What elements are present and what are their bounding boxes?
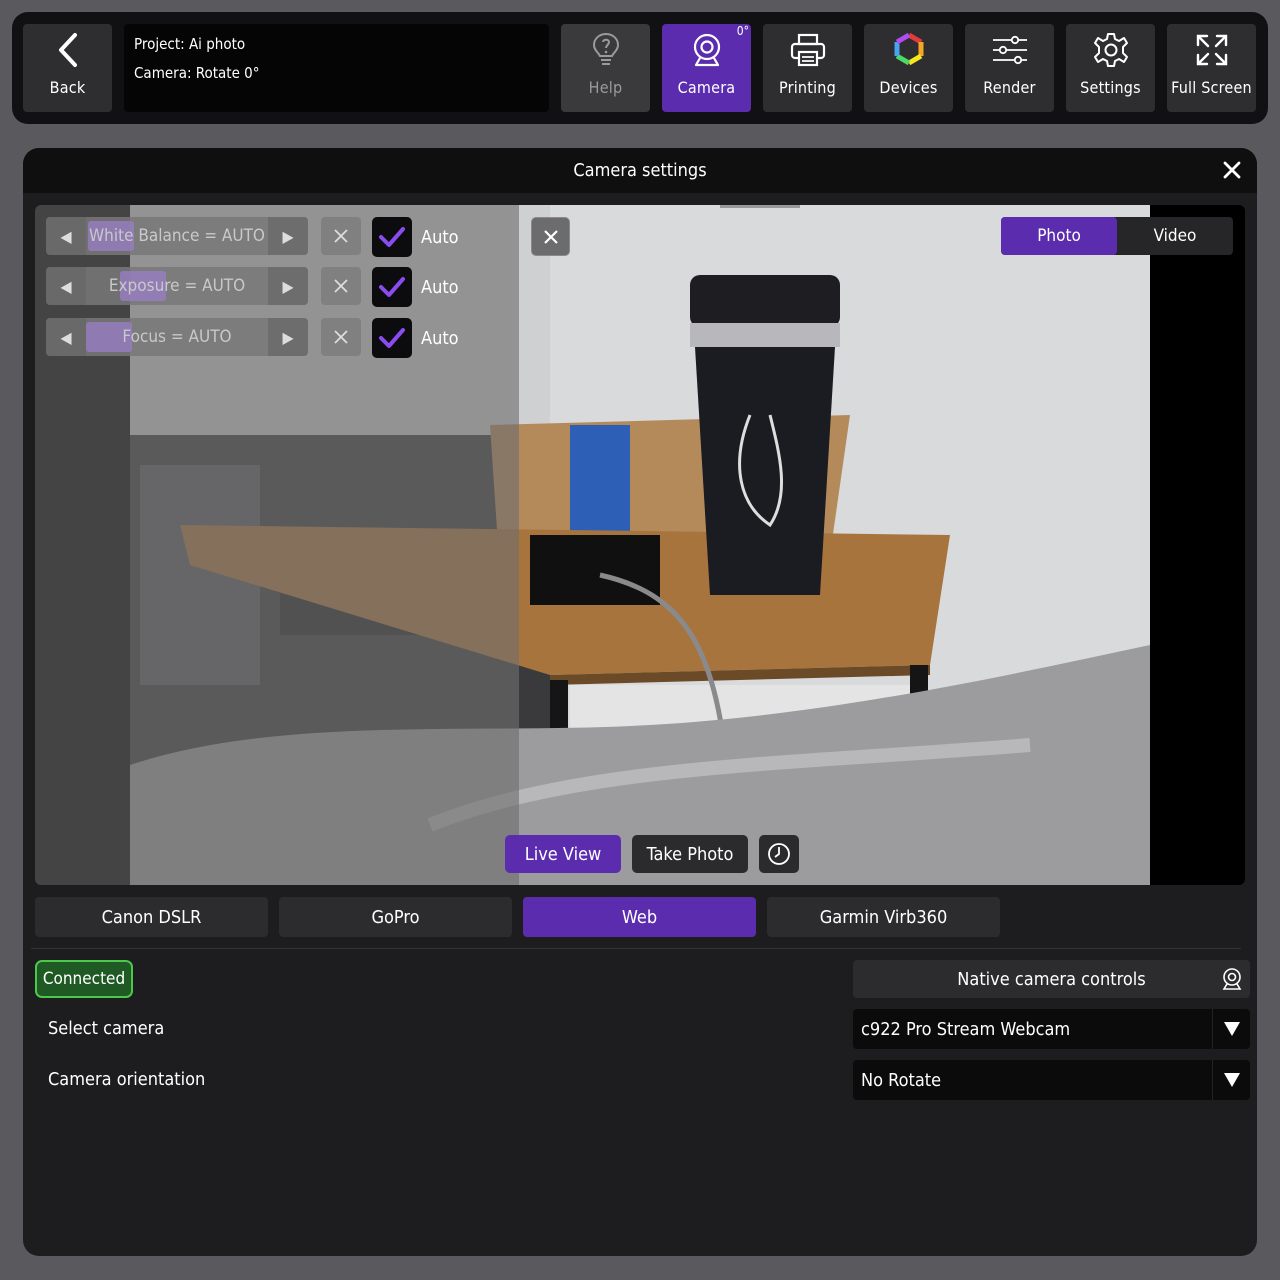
divider	[31, 948, 1241, 949]
white-balance-value: White Balance = AUTO	[89, 226, 265, 246]
project-info: Project: Ai photo Camera: Rotate 0°	[124, 24, 549, 112]
timer-icon	[768, 843, 790, 865]
camera-orientation-dropdown[interactable]: No Rotate	[853, 1060, 1250, 1100]
tab-canon-dslr[interactable]: Canon DSLR	[35, 897, 268, 937]
reset-button[interactable]	[321, 267, 361, 305]
full-screen-label: Full Screen	[1171, 78, 1252, 97]
video-mode-button[interactable]: Video	[1117, 217, 1233, 255]
checkmark-icon	[379, 227, 405, 247]
rotation-badge: 0°	[736, 24, 749, 38]
reset-button[interactable]	[321, 217, 361, 255]
auto-label: Auto	[421, 327, 459, 349]
focus-value: Focus = AUTO	[122, 327, 232, 347]
camera-orientation-label: Camera orientation	[48, 1069, 206, 1090]
photo-video-toggle: Photo Video	[1001, 217, 1233, 255]
help-button[interactable]: Help	[561, 24, 650, 112]
printer-icon	[763, 24, 852, 76]
camera-label: Camera	[677, 78, 736, 97]
reset-button[interactable]	[321, 318, 361, 356]
dropdown-arrow-icon[interactable]	[1212, 1060, 1250, 1100]
camera-button[interactable]: 0° Camera	[662, 24, 751, 112]
exposure-slider[interactable]: ◀ Exposure = AUTO ▶	[46, 267, 308, 305]
expand-icon	[1167, 24, 1256, 76]
selected-orientation-value: No Rotate	[861, 1069, 942, 1091]
camera-live-view[interactable]: ◀ White Balance = AUTO ▶ Auto ◀ Exposure…	[35, 205, 1245, 885]
camera-source-tabs: Canon DSLR GoPro Web Garmin Virb360	[35, 897, 1257, 937]
close-icon	[334, 279, 348, 293]
connection-status-badge: Connected	[35, 960, 133, 998]
select-camera-dropdown[interactable]: c922 Pro Stream Webcam	[853, 1009, 1250, 1049]
triangle-left-icon[interactable]: ◀	[46, 318, 86, 356]
close-icon[interactable]	[1221, 159, 1243, 181]
auto-checkbox[interactable]	[372, 217, 412, 257]
render-button[interactable]: Render	[965, 24, 1054, 112]
devices-label: Devices	[879, 78, 938, 97]
triangle-left-icon[interactable]: ◀	[46, 267, 86, 305]
sliders-icon	[965, 24, 1054, 76]
tab-garmin-virb360[interactable]: Garmin Virb360	[767, 897, 1000, 937]
panel-title: Camera settings	[573, 160, 707, 181]
take-photo-button[interactable]: Take Photo	[632, 835, 748, 873]
camera-rotation-info: Camera: Rotate 0°	[134, 64, 260, 82]
photo-mode-button[interactable]: Photo	[1001, 217, 1117, 255]
white-balance-slider[interactable]: ◀ White Balance = AUTO ▶	[46, 217, 308, 255]
selected-camera-value: c922 Pro Stream Webcam	[861, 1018, 1071, 1040]
chevron-left-icon	[23, 24, 112, 76]
live-view-button[interactable]: Live View	[505, 835, 621, 873]
printing-button[interactable]: Printing	[763, 24, 852, 112]
close-icon	[543, 229, 558, 244]
hide-controls-button[interactable]	[531, 217, 570, 256]
back-label: Back	[49, 78, 86, 97]
help-label: Help	[588, 78, 623, 97]
controls-overlay	[35, 205, 519, 885]
auto-checkbox[interactable]	[372, 267, 412, 307]
checkmark-icon	[379, 277, 405, 297]
auto-label: Auto	[421, 226, 459, 248]
close-icon	[334, 229, 348, 243]
exposure-value: Exposure = AUTO	[108, 276, 246, 296]
triangle-right-icon[interactable]: ▶	[268, 318, 308, 356]
gear-icon	[1066, 24, 1155, 76]
render-label: Render	[983, 78, 1036, 97]
select-camera-label: Select camera	[48, 1018, 165, 1039]
timer-button[interactable]	[759, 835, 799, 873]
tab-gopro[interactable]: GoPro	[279, 897, 512, 937]
focus-slider[interactable]: ◀ Focus = AUTO ▶	[46, 318, 308, 356]
back-button[interactable]: Back	[23, 24, 112, 112]
auto-label: Auto	[421, 276, 459, 298]
lightbulb-question-icon	[561, 24, 650, 76]
triangle-right-icon[interactable]: ▶	[268, 267, 308, 305]
triangle-right-icon[interactable]: ▶	[268, 217, 308, 255]
settings-label: Settings	[1080, 78, 1141, 97]
checkmark-icon	[379, 328, 405, 348]
printing-label: Printing	[779, 78, 836, 97]
panel-header: Camera settings	[23, 148, 1257, 193]
dropdown-arrow-icon[interactable]	[1212, 1009, 1250, 1049]
triangle-left-icon[interactable]: ◀	[46, 217, 86, 255]
settings-button[interactable]: Settings	[1066, 24, 1155, 112]
auto-checkbox[interactable]	[372, 318, 412, 358]
color-ring-icon	[864, 24, 953, 76]
native-camera-controls-button[interactable]: Native camera controls	[853, 960, 1250, 998]
native-camera-controls-label: Native camera controls	[957, 968, 1146, 990]
webcam-icon	[1222, 967, 1242, 996]
tab-web[interactable]: Web	[523, 897, 756, 937]
full-screen-button[interactable]: Full Screen	[1167, 24, 1256, 112]
devices-button[interactable]: Devices	[864, 24, 953, 112]
project-name: Project: Ai photo	[134, 35, 246, 53]
close-icon	[334, 330, 348, 344]
camera-settings-panel: Camera settings ◀ White Balance = AUTO ▶…	[23, 148, 1257, 1256]
top-toolbar: Back Project: Ai photo Camera: Rotate 0°…	[12, 12, 1268, 124]
